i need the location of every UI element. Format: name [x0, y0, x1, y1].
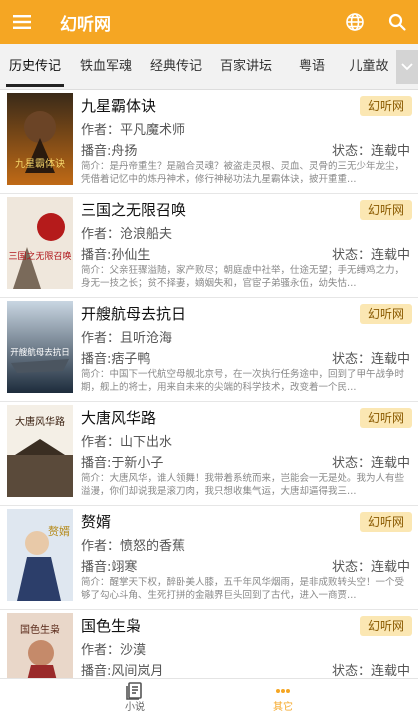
book-title: 大唐风华路 [81, 409, 157, 427]
svg-text:大唐风华路: 大唐风华路 [15, 415, 65, 428]
book-list-item[interactable]: 国色生枭 国色生枭 幻听网 作者：沙漠 播音:风间岚月 状态：连载中 [0, 610, 418, 678]
book-icon [124, 681, 146, 701]
book-status: 状态：连载中 [331, 144, 410, 159]
book-intro: 简介：大唐风华，谁人领舞！我带着系统而来，岂能会一无是处。我为人有些溢漫，你们却… [81, 473, 405, 497]
tab-children-stories[interactable]: 儿童故 [344, 44, 394, 90]
source-badge: 幻听网 [360, 96, 412, 116]
top-app-bar: 幻听网 [0, 0, 418, 44]
book-cover: 九星霸体诀 [7, 93, 73, 185]
app-title: 幻听网 [60, 14, 111, 35]
nav-other-label: 其它 [273, 702, 293, 713]
tab-cantonese[interactable]: 粤语 [282, 44, 342, 90]
book-list-item[interactable]: 大唐风华路 大唐风华路 幻听网 作者：山下出水 播音:于新小子 状态：连载中 简… [0, 402, 418, 506]
chevron-down-icon[interactable] [396, 50, 418, 84]
book-cover: 大唐风华路 [7, 405, 73, 497]
tab-lecture-room[interactable]: 百家讲坛 [212, 44, 280, 90]
book-narrator: 播音:于新小子 [81, 456, 164, 471]
more-dots-icon [272, 681, 294, 701]
book-title: 赘婿 [81, 513, 112, 531]
book-status: 状态：连载中 [331, 352, 410, 367]
book-intro: 简介：是丹帝重生？是融合灵魂？被盗走灵根、灵血、灵骨的三无少年龙尘，凭借着记忆中… [81, 161, 405, 185]
tab-classic-biography[interactable]: 经典传记 [142, 44, 210, 90]
category-tabs: 历史传记 铁血军魂 经典传记 百家讲坛 粤语 儿童故 [0, 44, 418, 90]
book-narrator: 播音:舟扬 [81, 144, 138, 159]
tab-military[interactable]: 铁血军魂 [72, 44, 140, 90]
menu-icon[interactable] [0, 0, 44, 44]
globe-icon[interactable] [334, 0, 376, 44]
svg-text:国色生枭: 国色生枭 [20, 623, 60, 636]
book-narrator: 播音:翊寒 [81, 560, 138, 575]
book-list-item[interactable]: 三国之无限召唤 三国之无限召唤 幻听网 作者：沧浪船夫 播音:孙仙生 状态：连载… [0, 194, 418, 298]
bottom-navigation: 小说 其它 [0, 678, 418, 720]
nav-other[interactable]: 其它 [243, 679, 323, 720]
book-title: 九星霸体诀 [81, 97, 157, 115]
nav-novels-label: 小说 [125, 702, 145, 713]
book-status: 状态：连载中 [331, 560, 410, 575]
book-author: 作者：平凡魔术师 [81, 123, 186, 138]
book-author: 作者：沙漠 [81, 643, 147, 658]
book-list-item[interactable]: 赘婿 赘婿 幻听网 作者：愤怒的香蕉 播音:翊寒 状态：连载中 简介：醒掌天下权… [0, 506, 418, 610]
book-list-item[interactable]: 九星霸体诀 九星霸体诀 幻听网 作者：平凡魔术师 播音:舟扬 状态：连载中 简介… [0, 90, 418, 194]
book-status: 状态：连载中 [331, 248, 410, 263]
svg-text:赘婿: 赘婿 [48, 524, 70, 538]
book-title: 开艘航母去抗日 [81, 305, 187, 323]
book-status: 状态：连载中 [331, 664, 410, 678]
book-narrator: 播音:孙仙生 [81, 248, 151, 263]
book-intro: 简介：父亲狂骤溢随，家产败尽；朝庭虚中社举，仕途无望；手无缚鸡之力，身无一技之长… [81, 265, 405, 289]
book-intro: 简介：中国下一代航空母舰北京号，在一次执行任务途中，回到了甲午战争时期，舰上的将… [81, 369, 405, 393]
source-badge: 幻听网 [360, 200, 412, 220]
book-cover: 国色生枭 [7, 613, 73, 678]
svg-text:九星霸体诀: 九星霸体诀 [15, 158, 65, 170]
source-badge: 幻听网 [360, 512, 412, 532]
svg-text:三国之无限召唤: 三国之无限召唤 [8, 250, 71, 262]
book-author: 作者：愤怒的香蕉 [81, 539, 186, 554]
source-badge: 幻听网 [360, 304, 412, 324]
book-title: 三国之无限召唤 [81, 201, 187, 219]
book-cover: 开艘航母去抗日 [7, 301, 73, 393]
book-author: 作者：且听沧海 [81, 331, 173, 346]
book-cover: 赘婿 [7, 509, 73, 601]
tab-history-biography[interactable]: 历史传记 [0, 44, 70, 90]
search-icon[interactable] [376, 0, 418, 44]
book-author: 作者：山下出水 [81, 435, 173, 450]
book-title: 国色生枭 [81, 617, 142, 635]
book-narrator: 播音:风间岚月 [81, 664, 164, 678]
book-list: 九星霸体诀 九星霸体诀 幻听网 作者：平凡魔术师 播音:舟扬 状态：连载中 简介… [0, 90, 418, 678]
book-intro: 简介：醒掌天下权，醉卧美人膝，五千年风华烟雨，是非成败转头空！一个受够了勾心斗角… [81, 577, 405, 601]
book-list-item[interactable]: 开艘航母去抗日 开艘航母去抗日 幻听网 作者：且听沧海 播音:痞子鸭 状态：连载… [0, 298, 418, 402]
book-author: 作者：沧浪船夫 [81, 227, 173, 242]
svg-text:开艘航母去抗日: 开艘航母去抗日 [10, 347, 70, 358]
source-badge: 幻听网 [360, 408, 412, 428]
source-badge: 幻听网 [360, 616, 412, 636]
book-cover: 三国之无限召唤 [7, 197, 73, 289]
book-narrator: 播音:痞子鸭 [81, 352, 151, 367]
nav-novels[interactable]: 小说 [95, 679, 175, 720]
book-status: 状态：连载中 [331, 456, 410, 471]
